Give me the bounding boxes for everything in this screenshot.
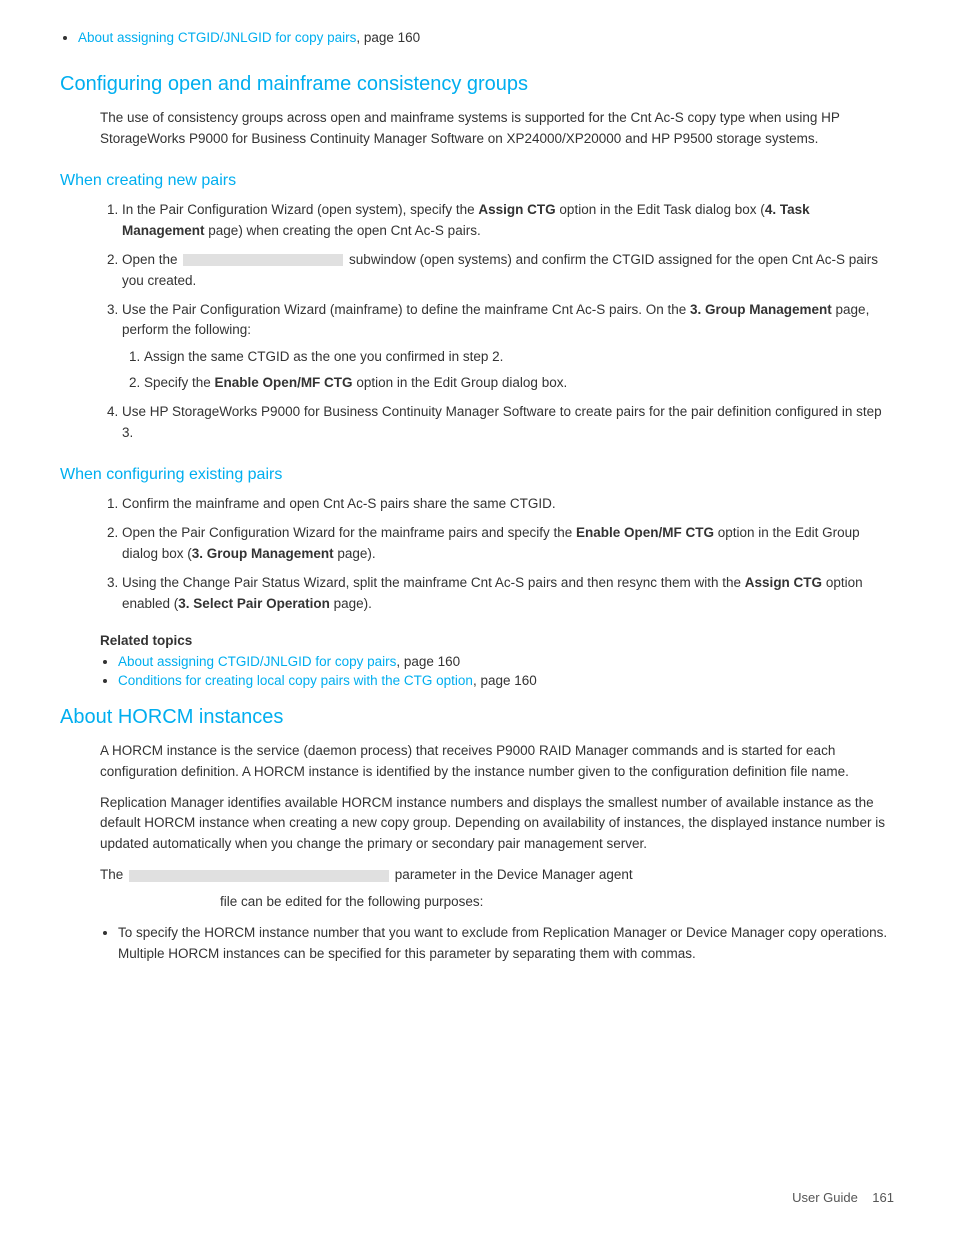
enable-open-mf-ctg-bold-2: Enable Open/MF CTG (576, 525, 714, 540)
sub1-content: In the Pair Configuration Wizard (open s… (60, 200, 894, 444)
top-link-item: About assigning CTGID/JNLGID for copy pa… (78, 30, 894, 45)
footer-page: 161 (872, 1190, 894, 1205)
section2-para3: The parameter in the Device Manager agen… (100, 865, 894, 886)
sub2-step-3: Using the Change Pair Status Wizard, spl… (122, 573, 894, 615)
related-link-1-anchor[interactable]: About assigning CTGID/JNLGID for copy pa… (118, 654, 396, 669)
group-management-bold-2: 3. Group Management (192, 546, 334, 561)
related-link-2-page: page 160 (480, 673, 536, 688)
sub1-step-4: Use HP StorageWorks P9000 for Business C… (122, 402, 894, 444)
related-link-1-page: page 160 (404, 654, 460, 669)
placeholder-box-1 (183, 254, 343, 266)
sub1-steps: In the Pair Configuration Wizard (open s… (100, 200, 894, 444)
select-pair-op-bold: 3. Select Pair Operation (178, 596, 330, 611)
related-bullets: About assigning CTGID/JNLGID for copy pa… (100, 654, 894, 688)
sub2-step-2: Open the Pair Configuration Wizard for t… (122, 523, 894, 565)
section2-heading: About HORCM instances (60, 706, 894, 729)
section1-intro: The use of consistency groups across ope… (100, 108, 894, 150)
top-link-page: , (356, 30, 364, 45)
top-bullets: About assigning CTGID/JNLGID for copy pa… (60, 30, 894, 45)
assign-ctg-bold: Assign CTG (478, 202, 555, 217)
sub1-step-1: In the Pair Configuration Wizard (open s… (122, 200, 894, 242)
section2-para1: A HORCM instance is the service (daemon … (100, 741, 894, 783)
group-management-bold: 3. Group Management (690, 302, 832, 317)
para3-after: parameter in the Device Manager agent (395, 867, 633, 882)
footer-label: User Guide (792, 1190, 858, 1205)
section2-bullet-1: To specify the HORCM instance number tha… (118, 923, 894, 965)
sub1-step-3-1: Assign the same CTGID as the one you con… (144, 347, 894, 368)
section2-content: A HORCM instance is the service (daemon … (60, 741, 894, 965)
sub1-step-3-substeps: Assign the same CTGID as the one you con… (122, 347, 894, 394)
sub1-step-3: Use the Pair Configuration Wizard (mainf… (122, 300, 894, 395)
enable-open-mf-ctg-bold: Enable Open/MF CTG (215, 375, 353, 390)
task-management-bold: 4. Task Management (122, 202, 810, 238)
para3-before: The (100, 867, 123, 882)
section2-bullets: To specify the HORCM instance number tha… (100, 923, 894, 965)
top-link-page-num: page 160 (364, 30, 420, 45)
section1-heading: Configuring open and mainframe consisten… (60, 73, 894, 96)
related-link-2-anchor[interactable]: Conditions for creating local copy pairs… (118, 673, 473, 688)
related-topics-label: Related topics (100, 633, 894, 648)
sub2-content: Confirm the mainframe and open Cnt Ac-S … (60, 494, 894, 688)
sub1-step-2: Open the subwindow (open systems) and co… (122, 250, 894, 292)
footer: User Guide 161 (792, 1190, 894, 1205)
related-link-2: Conditions for creating local copy pairs… (118, 673, 894, 688)
placeholder-box-2 (129, 870, 389, 882)
sub2-heading: When configuring existing pairs (60, 466, 894, 484)
section2-para2: Replication Manager identifies available… (100, 793, 894, 856)
assign-ctg-bold-2: Assign CTG (745, 575, 822, 590)
related-link-1: About assigning CTGID/JNLGID for copy pa… (118, 654, 894, 669)
sub2-step-1-text: Confirm the mainframe and open Cnt Ac-S … (122, 496, 556, 511)
sub1-step-3-2: Specify the Enable Open/MF CTG option in… (144, 373, 894, 394)
section2-para3-file: file can be edited for the following pur… (100, 892, 894, 913)
section1-intro-block: The use of consistency groups across ope… (60, 108, 894, 150)
sub2-step-1: Confirm the mainframe and open Cnt Ac-S … (122, 494, 894, 515)
top-link[interactable]: About assigning CTGID/JNLGID for copy pa… (78, 30, 356, 45)
sub2-steps: Confirm the mainframe and open Cnt Ac-S … (100, 494, 894, 615)
sub1-heading: When creating new pairs (60, 172, 894, 190)
